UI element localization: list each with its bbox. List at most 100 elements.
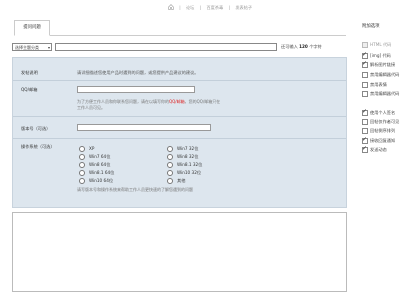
radio-icon	[79, 178, 85, 184]
option-label: 禁用表情	[370, 82, 387, 87]
option-label: 回帖仅作者可见	[370, 119, 400, 124]
option-checkbox: HTML 代码	[362, 42, 391, 48]
divider	[13, 116, 346, 117]
post-form-panel: 发帖说明 请详细描述您使用产品时遇到的问题，或您提供产品建议的建议。 QQ/邮箱…	[12, 57, 347, 208]
breadcrumb-item-baidu-antivirus[interactable]: 百度杀毒	[206, 5, 223, 10]
version-note: 请写版本号和操作系统来帮助工作人员更快速的了解您遇到的问题	[77, 187, 193, 192]
os-label: 操作系统（可选）	[21, 144, 55, 149]
option-checkbox[interactable]: 禁用表情	[362, 82, 387, 88]
os-option-label: Win8.1 64位	[89, 170, 115, 175]
breadcrumb-item-post: 发表帖子	[235, 4, 253, 10]
os-option-win10-64[interactable]: Win10 64位	[79, 178, 113, 184]
os-option-win81-32[interactable]: Win8.1 32位	[167, 162, 202, 168]
chevron-down-icon: ▾	[47, 45, 50, 50]
os-option-xp[interactable]: XP	[79, 146, 94, 152]
option-checkbox[interactable]: 回帖倒序排列	[362, 128, 395, 134]
option-label: 解析图片链接	[370, 62, 396, 67]
option-checkbox[interactable]: 回帖仅作者可见	[362, 119, 399, 125]
option-checkbox[interactable]: 发送动态	[362, 145, 387, 153]
checkbox-checked-icon	[362, 108, 368, 116]
version-label: 版本号（可选）	[21, 126, 51, 131]
radio-icon	[79, 162, 85, 168]
checkbox-empty-icon	[362, 91, 368, 97]
os-option-win7-32[interactable]: Win7 32位	[167, 146, 198, 152]
breadcrumb-separator: |	[199, 4, 202, 10]
option-label: 回帖倒序排列	[370, 128, 396, 133]
radio-icon	[79, 170, 85, 176]
option-label: HTML 代码	[370, 42, 392, 47]
os-option-win81-64[interactable]: Win8.1 64位	[79, 170, 114, 176]
home-icon[interactable]	[168, 4, 174, 11]
os-option-other[interactable]: 其他	[167, 178, 185, 184]
topic-type-select-value: 选择主题分类	[15, 45, 39, 50]
os-option-win8-64[interactable]: Win8 64位	[79, 162, 110, 168]
os-option-label: Win7 64位	[89, 154, 111, 159]
content-editor[interactable]	[12, 212, 347, 292]
option-label: [img] 代码	[370, 53, 391, 58]
option-label: 禁用编辑器代码	[370, 72, 400, 77]
checkbox-empty-icon	[362, 119, 368, 125]
checkbox-checked-icon	[362, 51, 368, 59]
option-checkbox[interactable]: 使用个人签名	[362, 108, 396, 116]
breadcrumb-separator: |	[179, 4, 181, 10]
os-option-label: Win8 32位	[177, 154, 199, 159]
extra-options-title: 附加选项	[362, 24, 380, 29]
divider	[13, 80, 346, 81]
os-option-win8-32[interactable]: Win8 32位	[167, 154, 198, 160]
checkbox-checked-icon	[362, 60, 368, 68]
radio-icon	[167, 162, 173, 168]
os-option-label: Win10 32位	[177, 170, 202, 175]
checkbox-empty-icon	[362, 82, 368, 88]
os-option-label: Win10 64位	[89, 178, 114, 183]
radio-icon	[167, 178, 173, 184]
radio-icon	[167, 154, 173, 160]
option-label: 接收回复通知	[370, 138, 396, 143]
tab-ask-question[interactable]: 提问问题	[14, 20, 50, 36]
os-option-win10-32[interactable]: Win10 32位	[167, 170, 201, 176]
subject-input[interactable]	[55, 43, 277, 51]
qq-note-part-1: 为了方便工作人员和你联系您问题，请在以填写你的	[77, 99, 169, 104]
qq-email-input[interactable]	[77, 86, 195, 93]
os-option-label: 其他	[177, 178, 186, 183]
topic-type-select[interactable]: 选择主题分类 ▾	[12, 43, 52, 51]
os-option-label: Win8 64位	[89, 162, 111, 167]
option-label: 禁用编辑器代码	[370, 91, 400, 96]
option-checkbox[interactable]: [img] 代码	[362, 51, 391, 59]
option-label: 发送动态	[370, 147, 387, 152]
os-option-label: Win7 32位	[177, 146, 199, 151]
subject-row: 选择主题分类 ▾ 还可输入 120 个字符	[12, 43, 348, 53]
option-label: 使用个人签名	[370, 110, 396, 115]
checkbox-checked-icon	[362, 136, 368, 144]
remaining-suffix: 个字符	[309, 44, 322, 49]
qq-note-part-3: 工作人员可见。	[77, 105, 105, 110]
option-checkbox[interactable]: 接收回复通知	[362, 136, 396, 144]
checkbox-empty-icon	[362, 42, 368, 48]
qq-note-part-2: ，您的QQ/邮箱只在	[184, 99, 221, 104]
option-checkbox[interactable]: 禁用编辑器代码	[362, 72, 399, 78]
breadcrumb: | 论坛 | 百度杀毒 | 发表帖子	[0, 4, 420, 11]
tab-divider	[14, 35, 346, 36]
desc-text: 请详细描述您使用产品时遇到的问题，或您提供产品建议的建议。	[77, 70, 199, 75]
radio-icon	[167, 146, 173, 152]
os-option-label: XP	[89, 146, 95, 151]
checkbox-checked-icon	[362, 145, 368, 153]
desc-label: 发帖说明	[21, 70, 38, 75]
radio-icon	[167, 170, 173, 176]
version-input[interactable]	[77, 124, 211, 131]
radio-icon	[79, 146, 85, 152]
divider	[13, 138, 346, 139]
option-checkbox[interactable]: 禁用编辑器代码	[362, 91, 399, 97]
remaining-count: 120	[299, 44, 308, 49]
breadcrumb-item-forum[interactable]: 论坛	[186, 5, 194, 10]
remaining-chars: 还可输入 120 个字符	[281, 44, 322, 50]
qq-note-highlight: QQ/邮箱	[169, 99, 185, 104]
radio-icon	[79, 154, 85, 160]
qq-label: QQ/邮箱	[21, 87, 38, 92]
os-option-label: Win8.1 32位	[177, 162, 203, 167]
qq-note: 为了方便工作人员和你联系您问题，请在以填写你的QQ/邮箱，您的QQ/邮箱只在 工…	[77, 99, 227, 111]
checkbox-empty-icon	[362, 128, 368, 134]
option-checkbox[interactable]: 解析图片链接	[362, 60, 396, 68]
breadcrumb-separator: |	[228, 4, 231, 10]
checkbox-empty-icon	[362, 72, 368, 78]
os-option-win7-64[interactable]: Win7 64位	[79, 154, 110, 160]
